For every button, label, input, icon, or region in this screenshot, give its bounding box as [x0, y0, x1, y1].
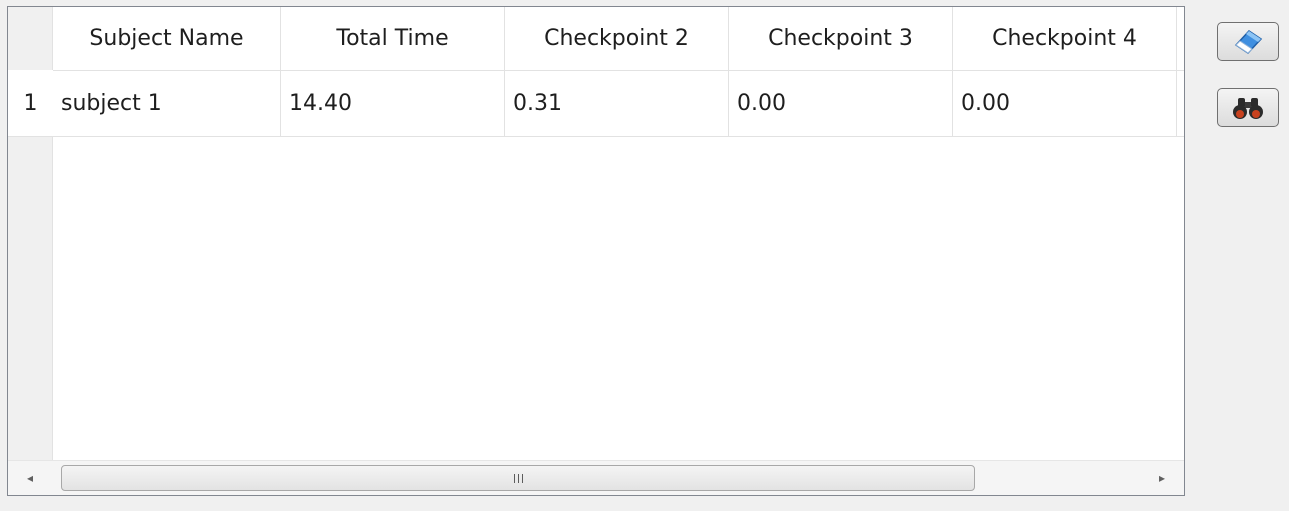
- cell-checkpoint-5-partial[interactable]: 0: [1177, 70, 1184, 136]
- cell-checkpoint-3[interactable]: 0.00: [729, 70, 953, 136]
- scroll-right-arrow[interactable]: ▸: [1140, 461, 1184, 495]
- cell-subject-name[interactable]: subject 1: [53, 70, 281, 136]
- column-header-row: Subject Name Total Time Checkpoint 2 Che…: [8, 7, 1184, 71]
- eraser-icon: [1234, 29, 1263, 54]
- cell-checkpoint-2[interactable]: 0.31: [505, 70, 729, 136]
- table-row[interactable]: subject 1 14.40 0.31 0.00 0.00 0: [53, 70, 1184, 137]
- data-table: Subject Name Total Time Checkpoint 2 Che…: [7, 6, 1185, 496]
- row-header-1[interactable]: 1: [8, 70, 53, 137]
- find-button[interactable]: [1217, 88, 1279, 127]
- cell-checkpoint-4[interactable]: 0.00: [953, 70, 1177, 136]
- corner-cell[interactable]: [8, 7, 53, 70]
- scroll-left-arrow[interactable]: ◂: [8, 461, 52, 495]
- cell-total-time[interactable]: 14.40: [281, 70, 505, 136]
- grip-icon: [513, 473, 523, 483]
- column-header-subject-name[interactable]: Subject Name: [53, 7, 281, 70]
- column-header-checkpoint-4[interactable]: Checkpoint 4: [953, 7, 1177, 70]
- column-header-total-time[interactable]: Total Time: [281, 7, 505, 70]
- clear-button[interactable]: [1217, 22, 1279, 61]
- row-header-column: 1: [8, 70, 53, 495]
- column-header-checkpoint-3[interactable]: Checkpoint 3: [729, 7, 953, 70]
- horizontal-scrollbar[interactable]: ◂ ▸: [8, 460, 1184, 495]
- column-header-checkpoint-2[interactable]: Checkpoint 2: [505, 7, 729, 70]
- scrollbar-thumb[interactable]: [61, 465, 975, 491]
- binoculars-icon: [1233, 97, 1263, 119]
